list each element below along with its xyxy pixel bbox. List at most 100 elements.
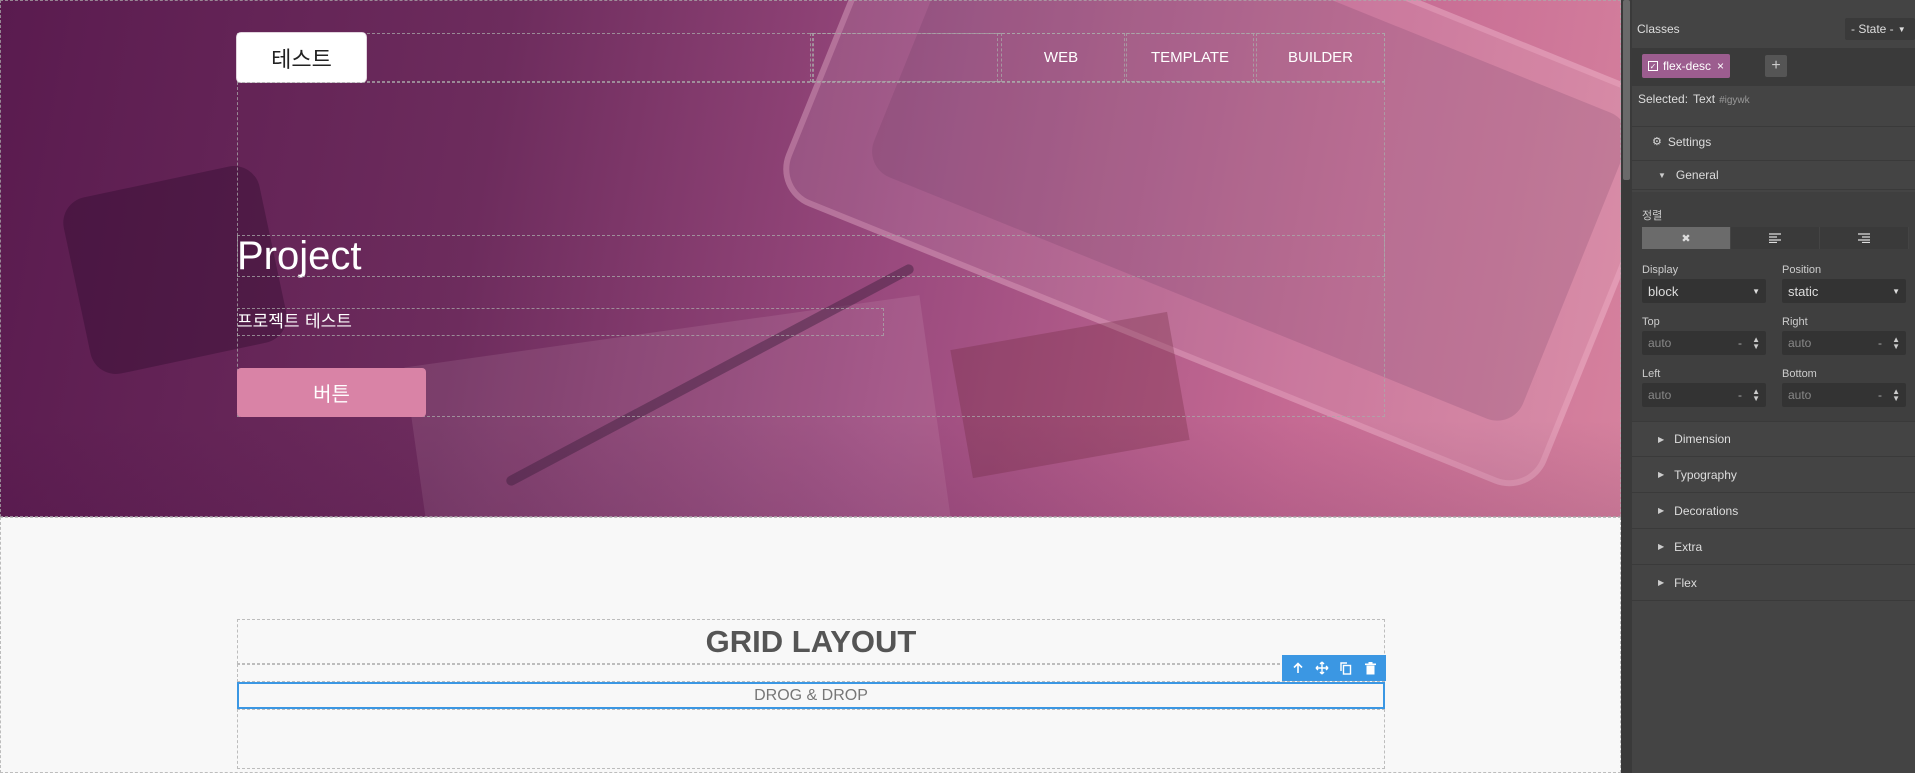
caret-down-icon: ▼: [1892, 286, 1900, 296]
element-toolbar[interactable]: [1282, 655, 1386, 681]
navbar[interactable]: 테스트 WEB TEMPLATE BUILDER: [237, 33, 1385, 82]
classes-header: Classes - State - ▼: [1632, 14, 1915, 44]
classes-label: Classes: [1637, 22, 1680, 36]
general-section-header[interactable]: ▼ General: [1632, 160, 1915, 190]
selected-info: Selected: Text #igywk: [1638, 92, 1750, 106]
top-unit[interactable]: -: [1738, 336, 1742, 350]
class-tag[interactable]: ✓ flex-desc ×: [1642, 54, 1731, 78]
align-label: 정렬: [1642, 210, 1663, 222]
right-value: auto: [1788, 336, 1812, 350]
grid-title[interactable]: GRID LAYOUT: [237, 619, 1385, 664]
brand-logo[interactable]: 테스트: [237, 33, 366, 82]
close-icon[interactable]: ×: [1717, 59, 1724, 73]
caret-right-icon: ▶: [1658, 542, 1665, 551]
hero-content[interactable]: Project 프로젝트 테스트 버튼: [237, 82, 1385, 417]
align-none-option[interactable]: ✖: [1642, 227, 1731, 249]
position-select[interactable]: static ▼: [1782, 279, 1906, 303]
align-right-icon: [1858, 233, 1870, 243]
section-label: Extra: [1674, 539, 1703, 554]
grid-container[interactable]: GRID LAYOUT DROG & DROP: [237, 619, 1385, 773]
top-value: auto: [1648, 336, 1672, 350]
section-decorations[interactable]: ▶ Decorations: [1632, 493, 1915, 529]
state-select-value: - State -: [1851, 22, 1894, 36]
display-value: block: [1648, 283, 1679, 299]
section-flex[interactable]: ▶ Flex: [1632, 565, 1915, 601]
settings-section[interactable]: ⚙ Settings: [1632, 126, 1915, 156]
copy-icon[interactable]: [1337, 659, 1355, 677]
caret-right-icon: ▶: [1658, 506, 1665, 515]
nav-spacer-box: [813, 33, 1002, 82]
position-label: Position: [1782, 264, 1822, 276]
hero-title[interactable]: Project: [237, 235, 1385, 277]
right-label: Right: [1782, 316, 1808, 328]
canvas-scrollbar[interactable]: [1621, 0, 1632, 773]
left-unit[interactable]: -: [1738, 388, 1742, 402]
hero-button[interactable]: 버튼: [237, 368, 426, 417]
add-class-button[interactable]: +: [1765, 55, 1787, 77]
bottom-label: Bottom: [1782, 368, 1817, 380]
selected-id: #igywk: [1719, 95, 1750, 106]
top-label: Top: [1642, 316, 1660, 328]
section-label: Decorations: [1674, 503, 1739, 518]
display-label: Display: [1642, 264, 1679, 276]
stepper-arrows-icon[interactable]: ▲ ▼: [1892, 388, 1900, 403]
nav-link-template[interactable]: TEMPLATE: [1126, 33, 1254, 82]
align-left-icon: [1769, 233, 1781, 243]
editor-canvas[interactable]: 테스트 WEB TEMPLATE BUILDER Project 프로젝트 테스…: [0, 0, 1621, 773]
left-value: auto: [1648, 388, 1672, 402]
align-left-option[interactable]: [1731, 227, 1820, 249]
grid-subtitle-selected[interactable]: DROG & DROP: [237, 682, 1385, 709]
checkbox-icon[interactable]: ✓: [1648, 61, 1658, 71]
section-typography[interactable]: ▶ Typography: [1632, 457, 1915, 493]
display-select[interactable]: block ▼: [1642, 279, 1766, 303]
caret-down-icon: ▼: [1658, 170, 1666, 180]
selected-value: Text: [1693, 92, 1716, 106]
class-tag-label: flex-desc: [1663, 59, 1712, 73]
section-label: Dimension: [1674, 432, 1731, 446]
editor-app: 테스트 WEB TEMPLATE BUILDER Project 프로젝트 테스…: [0, 0, 1915, 773]
bottom-unit[interactable]: -: [1878, 388, 1882, 402]
stepper-arrows-icon[interactable]: ▲ ▼: [1892, 336, 1900, 351]
stepper-arrows-icon[interactable]: ▲ ▼: [1752, 388, 1760, 403]
section-label: Typography: [1674, 467, 1737, 482]
top-input[interactable]: auto - ▲ ▼: [1642, 331, 1766, 355]
right-input[interactable]: auto - ▲ ▼: [1782, 331, 1906, 355]
nav-link-builder[interactable]: BUILDER: [1256, 33, 1385, 82]
scrollbar-thumb[interactable]: [1623, 0, 1630, 180]
grid-section[interactable]: GRID LAYOUT DROG & DROP: [0, 517, 1621, 773]
state-select[interactable]: - State - ▼: [1845, 18, 1915, 40]
gear-icon: ⚙: [1652, 136, 1662, 148]
grid-drop-area[interactable]: [237, 709, 1385, 769]
selected-label: Selected:: [1638, 92, 1689, 106]
class-tags: ✓ flex-desc × +: [1632, 48, 1915, 86]
align-radio-group[interactable]: ✖: [1642, 227, 1909, 249]
move-icon[interactable]: [1313, 659, 1331, 677]
close-icon: ✖: [1681, 232, 1691, 245]
delete-icon[interactable]: [1361, 659, 1379, 677]
general-properties: 정렬 ✖ Display block ▼ Position static ▼ T…: [1632, 192, 1915, 422]
left-input[interactable]: auto - ▲ ▼: [1642, 383, 1766, 407]
general-label: General: [1675, 168, 1719, 182]
style-manager-panel: Classes - State - ▼ ✓ flex-desc × + Sele…: [1632, 0, 1915, 773]
caret-down-icon: ▼: [1752, 286, 1760, 296]
section-dimension[interactable]: ▶ Dimension: [1632, 421, 1915, 457]
caret-down-icon: ▼: [1897, 24, 1906, 34]
hero-subtitle[interactable]: 프로젝트 테스트: [237, 308, 884, 336]
align-right-option[interactable]: [1820, 227, 1909, 249]
hero-section[interactable]: 테스트 WEB TEMPLATE BUILDER Project 프로젝트 테스…: [0, 0, 1621, 517]
nav-link-web[interactable]: WEB: [997, 33, 1125, 82]
arrow-up-icon[interactable]: [1289, 659, 1307, 677]
settings-label: Settings: [1667, 134, 1712, 149]
position-value: static: [1788, 283, 1819, 299]
left-label: Left: [1642, 368, 1661, 380]
section-label: Flex: [1674, 575, 1697, 590]
right-unit[interactable]: -: [1878, 336, 1882, 350]
section-extra[interactable]: ▶ Extra: [1632, 529, 1915, 565]
caret-right-icon: ▶: [1658, 470, 1665, 479]
bottom-input[interactable]: auto - ▲ ▼: [1782, 383, 1906, 407]
bottom-value: auto: [1788, 388, 1812, 402]
stepper-arrows-icon[interactable]: ▲ ▼: [1752, 336, 1760, 351]
caret-right-icon: ▶: [1658, 578, 1665, 587]
caret-right-icon: ▶: [1658, 434, 1665, 444]
grid-spacer: [237, 664, 1385, 682]
